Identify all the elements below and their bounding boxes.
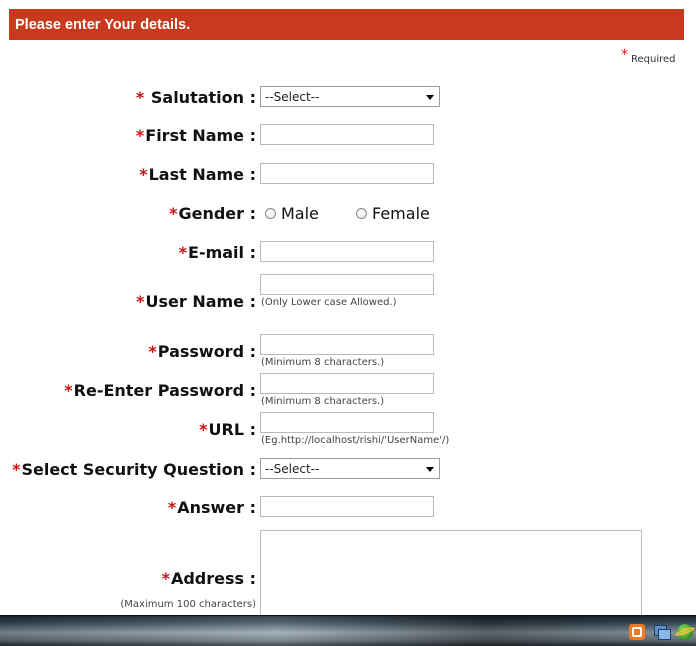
re-password-label: *Re-Enter Password : <box>64 381 256 400</box>
first-name-label-text: First Name : <box>145 126 256 145</box>
answer-label: *Answer : <box>168 498 256 517</box>
salutation-selected-value: --Select-- <box>265 90 320 104</box>
password-label: *Password : <box>148 342 256 361</box>
user-name-input[interactable] <box>260 274 434 295</box>
re-password-label-text: Re-Enter Password : <box>73 381 256 400</box>
salutation-label-text: Salutation : <box>150 88 256 107</box>
required-star: * <box>64 381 73 400</box>
taskbar-background <box>0 616 696 646</box>
required-star: * <box>161 569 170 588</box>
gender-male-label: Male <box>281 204 319 223</box>
first-name-label: *First Name : <box>136 126 256 145</box>
required-star: * <box>136 292 145 311</box>
taskbar <box>0 615 696 646</box>
password-hint: (Minimum 8 characters.) <box>261 357 385 368</box>
required-text: Required <box>631 54 676 65</box>
re-password-input[interactable] <box>260 373 434 394</box>
url-hint: (Eg.http://localhost/rishi/'UserName'/) <box>261 435 450 446</box>
user-name-hint: (Only Lower case Allowed.) <box>261 297 397 308</box>
address-label-text: Address : <box>170 569 256 588</box>
gender-label-text: Gender : <box>178 204 256 223</box>
network-icon[interactable] <box>653 624 671 640</box>
last-name-label-text: Last Name : <box>148 165 256 184</box>
required-note: * Required <box>621 47 676 66</box>
security-question-row: *Select Security Question : --Select-- <box>0 458 696 484</box>
browser-icon[interactable] <box>677 624 693 640</box>
password-row: *Password : (Minimum 8 characters.) <box>0 334 696 370</box>
email-label: *E-mail : <box>179 243 256 262</box>
user-name-label-text: User Name : <box>145 292 256 311</box>
password-label-text: Password : <box>157 342 256 361</box>
last-name-input[interactable] <box>260 163 434 184</box>
re-password-row: *Re-Enter Password : (Minimum 8 characte… <box>0 373 696 409</box>
salutation-row: * Salutation : --Select-- <box>0 86 696 112</box>
chevron-down-icon <box>426 95 434 100</box>
security-question-selected-value: --Select-- <box>265 462 320 476</box>
xampp-icon[interactable] <box>629 624 645 640</box>
url-input[interactable] <box>260 412 434 433</box>
password-input[interactable] <box>260 334 434 355</box>
gender-female-label: Female <box>372 204 430 223</box>
required-star: * <box>135 126 145 145</box>
required-star: * <box>199 420 208 439</box>
form-header-bar: Please enter Your details. <box>9 9 684 40</box>
first-name-row: *First Name : <box>0 124 696 150</box>
email-label-text: E-mail : <box>188 243 256 262</box>
gender-female-radio[interactable] <box>356 208 367 219</box>
required-star: * <box>12 460 21 479</box>
required-star: * <box>148 342 157 361</box>
gender-label: *Gender : <box>169 204 256 223</box>
url-label-text: URL : <box>208 420 256 439</box>
address-label: *Address : <box>162 569 256 588</box>
required-star: * <box>167 498 177 517</box>
required-star: * <box>178 243 188 262</box>
security-question-label: *Select Security Question : <box>12 460 256 479</box>
security-question-select[interactable]: --Select-- <box>260 458 440 479</box>
salutation-label: * Salutation : <box>136 88 256 107</box>
url-label: *URL : <box>199 420 256 439</box>
email-input[interactable] <box>260 241 434 262</box>
required-star: * <box>169 204 178 223</box>
last-name-label: *Last Name : <box>139 165 256 184</box>
url-row: *URL : (Eg.http://localhost/rishi/'UserN… <box>0 412 696 448</box>
chevron-down-icon <box>426 467 434 472</box>
address-textarea[interactable] <box>260 530 642 620</box>
answer-label-text: Answer : <box>177 498 256 517</box>
required-star: * <box>621 47 628 63</box>
user-name-label: *User Name : <box>136 292 256 311</box>
answer-row: *Answer : <box>0 496 696 522</box>
first-name-input[interactable] <box>260 124 434 145</box>
gender-male-radio[interactable] <box>265 208 276 219</box>
address-hint: (Maximum 100 characters) <box>120 599 256 610</box>
email-row: *E-mail : <box>0 241 696 267</box>
user-name-row: *User Name : (Only Lower case Allowed.) <box>0 274 696 314</box>
gender-row: *Gender : Male Female <box>0 202 696 228</box>
salutation-select[interactable]: --Select-- <box>260 86 440 107</box>
security-question-label-text: Select Security Question : <box>21 460 256 479</box>
last-name-row: *Last Name : <box>0 163 696 189</box>
form-header-title: Please enter Your details. <box>15 17 191 33</box>
re-password-hint: (Minimum 8 characters.) <box>261 396 385 407</box>
required-star: * <box>139 165 148 184</box>
required-star: * <box>135 88 145 107</box>
answer-input[interactable] <box>260 496 434 517</box>
